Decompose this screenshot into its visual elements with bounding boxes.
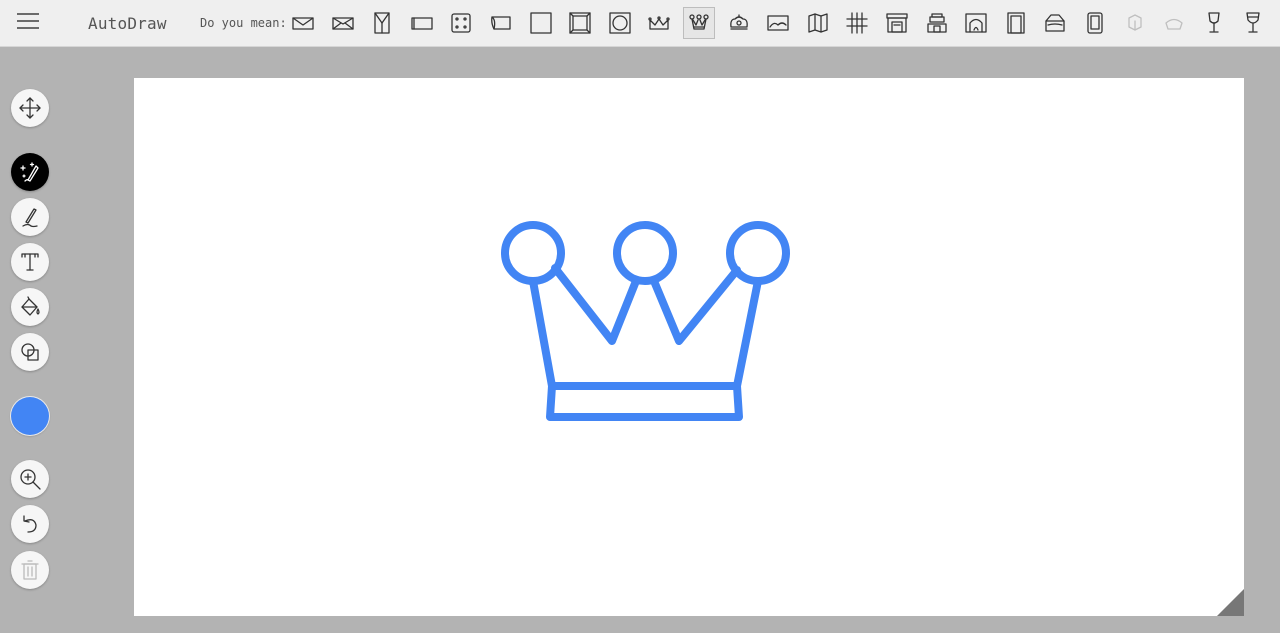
- hamburger-menu-icon[interactable]: [17, 13, 39, 33]
- move-arrows-icon: [19, 97, 41, 119]
- faint-cube-icon: [1127, 14, 1142, 31]
- map-icon: [808, 13, 828, 33]
- delete-tool[interactable]: [11, 551, 49, 589]
- suggestion-arch-fireplace[interactable]: [960, 7, 992, 39]
- pagoda-icon: [926, 13, 947, 33]
- banner-icon: [491, 16, 511, 30]
- envelope-icon: [292, 17, 314, 30]
- suggestion-doorway[interactable]: [1000, 7, 1032, 39]
- drawing-canvas[interactable]: [134, 78, 1244, 616]
- suggestion-map[interactable]: [802, 7, 834, 39]
- suggestion-book[interactable]: [366, 7, 398, 39]
- doorway-icon: [1007, 12, 1025, 34]
- open-envelope-icon: [331, 17, 354, 30]
- square-icon: [529, 12, 552, 34]
- shape-tool[interactable]: [11, 333, 49, 371]
- crown-drawing[interactable]: [134, 78, 1244, 616]
- rectangle-icon: [411, 17, 433, 30]
- suggestion-lamp-shade[interactable]: [1039, 7, 1071, 39]
- circle-frame-icon: [609, 12, 631, 34]
- suggestion-phone[interactable]: [1079, 7, 1111, 39]
- hashtag-icon: [846, 12, 869, 34]
- draw-tool[interactable]: [11, 198, 49, 236]
- shapes-icon: [21, 343, 39, 361]
- crown-right-spike: [650, 266, 741, 345]
- autodraw-tool[interactable]: [11, 153, 49, 191]
- suggestion-royal-crown[interactable]: [723, 7, 755, 39]
- undo-tool[interactable]: [11, 505, 49, 543]
- suggestion-small-crown[interactable]: [643, 7, 675, 39]
- suggestion-square[interactable]: [525, 7, 557, 39]
- select-tool[interactable]: [11, 89, 49, 127]
- crown-body-outline: [529, 277, 762, 421]
- fireplace-icon: [886, 13, 908, 33]
- dice-icon: [451, 13, 472, 33]
- suggestion-wine-glass[interactable]: [1198, 7, 1230, 39]
- crown-middle-orb: [613, 221, 677, 285]
- goblet-icon: [1246, 12, 1261, 33]
- suggestion-faint-bowl[interactable]: [1158, 7, 1190, 39]
- suggestion-dice[interactable]: [445, 7, 477, 39]
- suggestion-circle-frame[interactable]: [604, 7, 636, 39]
- lamp-shade-icon: [1045, 14, 1066, 32]
- book-icon: [374, 12, 390, 34]
- color-picker-swatch[interactable]: [11, 397, 49, 435]
- suggestion-fireplace[interactable]: [881, 7, 913, 39]
- magnifier-plus-icon: [20, 469, 41, 490]
- zoom-tool[interactable]: [11, 460, 49, 498]
- pen-icon: [22, 208, 38, 228]
- crown-left-orb: [501, 221, 565, 285]
- crown-icon: [689, 14, 709, 30]
- suggestion-crown[interactable]: [683, 7, 715, 39]
- crown-left-spike: [551, 264, 640, 345]
- trash-icon: [21, 560, 39, 580]
- wine-glass-icon: [1208, 12, 1220, 33]
- magic-pen-icon: [20, 162, 39, 182]
- suggestion-faint-cube[interactable]: [1119, 7, 1151, 39]
- royal-crown-icon: [729, 14, 748, 30]
- phone-icon: [1087, 12, 1103, 34]
- suggestion-rectangle[interactable]: [406, 7, 438, 39]
- small-crown-icon: [648, 16, 671, 30]
- suggestion-label: Do you mean:: [200, 16, 287, 30]
- fill-tool[interactable]: [11, 288, 49, 326]
- top-bar: AutoDraw Do you mean:: [0, 0, 1280, 47]
- suggestion-open-envelope[interactable]: [327, 7, 359, 39]
- faint-bowl-icon: [1165, 18, 1183, 30]
- suggestion-envelope[interactable]: [287, 7, 319, 39]
- app-title: AutoDraw: [88, 14, 167, 33]
- undo-arrow-icon: [23, 515, 37, 533]
- type-tool[interactable]: [11, 243, 49, 281]
- suggestion-pagoda[interactable]: [921, 7, 953, 39]
- suggestion-hashtag[interactable]: [841, 7, 873, 39]
- suggestion-landscape[interactable]: [762, 7, 794, 39]
- text-t-icon: [21, 253, 39, 271]
- landscape-icon: [767, 15, 789, 31]
- suggestion-frame[interactable]: [564, 7, 596, 39]
- canvas-resize-handle[interactable]: [1217, 589, 1244, 616]
- arch-fireplace-icon: [965, 13, 987, 33]
- paint-bucket-icon: [21, 296, 40, 316]
- suggestion-banner[interactable]: [485, 7, 517, 39]
- frame-icon: [569, 12, 591, 34]
- suggestion-goblet[interactable]: [1237, 7, 1269, 39]
